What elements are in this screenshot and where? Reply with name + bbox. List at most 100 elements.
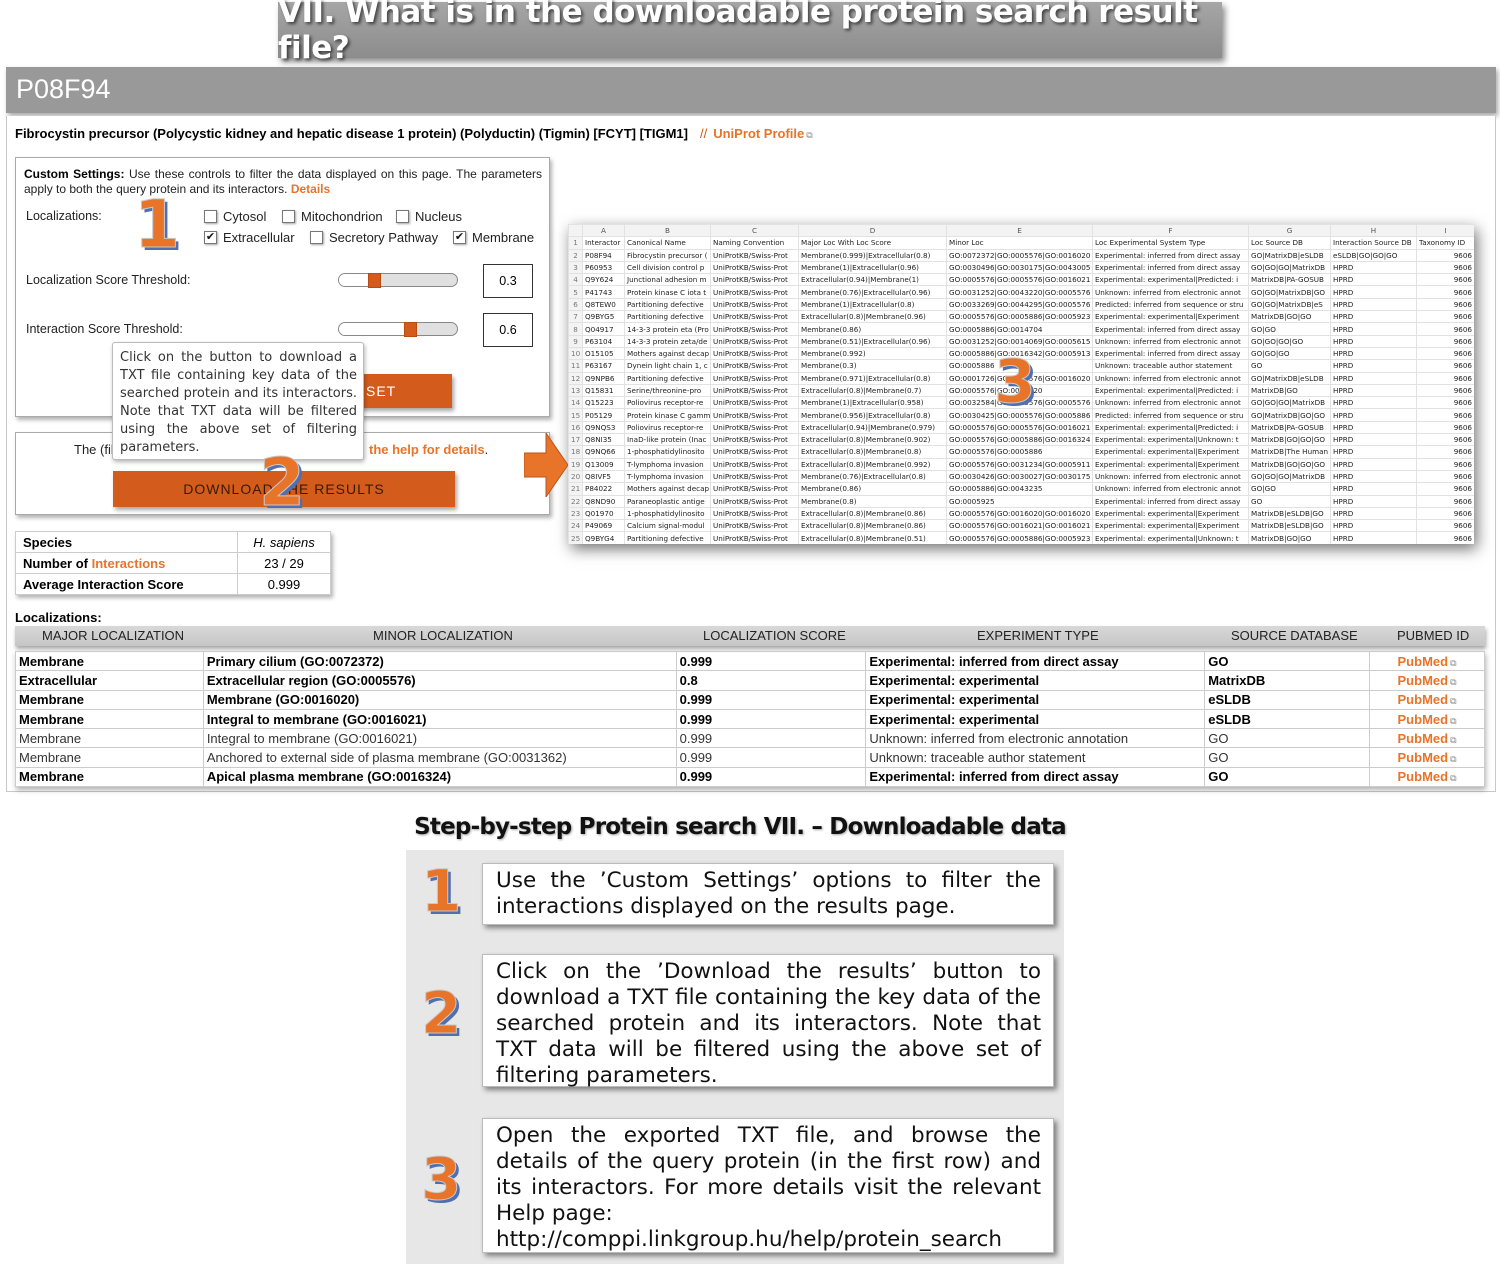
spreadsheet-cell[interactable]: Q9Y624 xyxy=(582,273,625,287)
spreadsheet-cell[interactable]: O15105 xyxy=(582,346,625,361)
spreadsheet-cell[interactable]: 14-3-3 protein zeta/de xyxy=(624,334,711,348)
spreadsheet-cell[interactable]: GO:0005576|GO:0005576|GO:0016021 xyxy=(946,273,1093,287)
spreadsheet-cell[interactable]: Extracellular(0.8)|Membrane(0.902) xyxy=(798,433,947,447)
spreadsheet-cell[interactable]: HPRD xyxy=(1330,297,1417,312)
column-letter[interactable]: G xyxy=(1248,224,1331,238)
spreadsheet-cell[interactable]: Unknown: inferred from electronic annot xyxy=(1092,469,1249,484)
spreadsheet-cell[interactable]: Poliovirus receptor-re xyxy=(624,420,711,435)
spreadsheet-cell[interactable]: MatrixDB|GO|GO xyxy=(1248,310,1331,324)
spreadsheet-cell[interactable]: Membrane(1)|Extracellular(0.958) xyxy=(798,396,947,410)
spreadsheet-cell[interactable]: 9606 xyxy=(1416,494,1474,508)
spreadsheet-cell[interactable]: Experimental: inferred from direct assay xyxy=(1092,494,1249,508)
spreadsheet-cell[interactable]: GO:0005886|GO:0014704 xyxy=(946,322,1093,336)
spreadsheet-cell[interactable]: 9606 xyxy=(1416,371,1474,385)
spreadsheet-cell[interactable]: HPRD xyxy=(1330,346,1417,361)
spreadsheet-cell[interactable]: Q04917 xyxy=(582,322,625,336)
localization-threshold-slider[interactable] xyxy=(338,273,458,288)
spreadsheet-cell[interactable]: 9606 xyxy=(1416,519,1474,533)
spreadsheet-cell[interactable]: Partitioning defective xyxy=(624,531,711,544)
spreadsheet-cell[interactable]: 1-phosphatidylinosito xyxy=(624,506,711,521)
spreadsheet-cell[interactable]: 9606 xyxy=(1416,469,1474,484)
spreadsheet-cell[interactable]: 9606 xyxy=(1416,346,1474,361)
header-cell[interactable]: Naming Convention xyxy=(710,236,799,250)
spreadsheet-cell[interactable]: HPRD xyxy=(1330,273,1417,287)
spreadsheet-cell[interactable]: GO:0030496|GO:0030175|GO:0043005 xyxy=(946,260,1093,275)
spreadsheet-cell[interactable]: GO|GO xyxy=(1248,482,1331,496)
spreadsheet-cell[interactable]: GO|MatrixDB|GO|GO xyxy=(1248,408,1331,422)
interactions-link[interactable]: Interactions xyxy=(92,556,166,571)
spreadsheet-cell[interactable]: UniProtKB/Swiss-Prot xyxy=(710,273,799,287)
spreadsheet-cell[interactable]: GO|GO|MatrixDB|GO xyxy=(1248,285,1331,299)
spreadsheet-cell[interactable]: HPRD xyxy=(1330,519,1417,533)
spreadsheet-cell[interactable]: HPRD xyxy=(1330,408,1417,422)
column-header-source[interactable]: SOURCE DATABASE xyxy=(1231,628,1358,643)
header-cell[interactable]: Major Loc With Loc Score xyxy=(798,236,947,250)
column-letter[interactable]: E xyxy=(946,224,1093,238)
spreadsheet-cell[interactable]: HPRD xyxy=(1330,359,1417,373)
row-number[interactable]: 9 xyxy=(568,334,583,348)
column-letter[interactable]: C xyxy=(710,224,799,238)
spreadsheet-cell[interactable]: HPRD xyxy=(1330,420,1417,435)
row-number[interactable]: 6 xyxy=(568,297,583,312)
spreadsheet-cell[interactable]: Q9NPB6 xyxy=(582,371,625,385)
spreadsheet-cell[interactable]: Experimental: inferred from direct assay xyxy=(1092,322,1249,336)
spreadsheet-cell[interactable]: 9606 xyxy=(1416,445,1474,459)
header-cell[interactable]: Canonical Name xyxy=(624,236,711,250)
spreadsheet-cell[interactable]: 9606 xyxy=(1416,322,1474,336)
details-link[interactable]: Details xyxy=(291,182,330,196)
spreadsheet-cell[interactable]: Experimental: experimental|Predicted: i xyxy=(1092,420,1249,435)
spreadsheet-cell[interactable]: GO:0005576|GO:0005886 xyxy=(946,445,1093,459)
spreadsheet-cell[interactable]: UniProtKB/Swiss-Prot xyxy=(710,506,799,521)
spreadsheet-cell[interactable]: Q9NQS3 xyxy=(582,420,625,435)
spreadsheet-cell[interactable]: Membrane(1)|Extracellular(0.8) xyxy=(798,297,947,312)
spreadsheet-cell[interactable]: HPRD xyxy=(1330,371,1417,385)
spreadsheet-cell[interactable]: UniProtKB/Swiss-Prot xyxy=(710,260,799,275)
spreadsheet-cell[interactable]: GO xyxy=(1248,359,1331,373)
spreadsheet-cell[interactable]: GO:0031252|GO:0014069|GO:0005615 xyxy=(946,334,1093,348)
spreadsheet-cell[interactable]: Partitioning defective xyxy=(624,310,711,324)
spreadsheet-cell[interactable]: P63167 xyxy=(582,359,625,373)
spreadsheet-cell[interactable]: Experimental: experimental|Experiment xyxy=(1092,506,1249,521)
spreadsheet-cell[interactable]: GO:0033269|GO:0044295|GO:0005576 xyxy=(946,297,1093,312)
spreadsheet-cell[interactable]: GO:0031252|GO:0043220|GO:0005576 xyxy=(946,285,1093,299)
spreadsheet-cell[interactable]: Protein kinase C iota t xyxy=(624,285,711,299)
spreadsheet-cell[interactable]: Experimental: experimental|Experiment xyxy=(1092,457,1249,471)
row-number[interactable]: 12 xyxy=(568,371,583,385)
spreadsheet-cell[interactable]: 9606 xyxy=(1416,408,1474,422)
checkmark-icon[interactable]: ✔ xyxy=(204,231,217,244)
spreadsheet-cell[interactable]: HPRD xyxy=(1330,396,1417,410)
column-header-pubmed[interactable]: PUBMED ID xyxy=(1397,628,1469,643)
spreadsheet-cell[interactable]: MatrixDB|PA-GOSUB xyxy=(1248,273,1331,287)
spreadsheet-cell[interactable]: 9606 xyxy=(1416,383,1474,398)
spreadsheet-cell[interactable]: Experimental: inferred from direct assay xyxy=(1092,260,1249,275)
spreadsheet-cell[interactable]: P49069 xyxy=(582,519,625,533)
column-letter[interactable]: A xyxy=(582,224,625,238)
spreadsheet-cell[interactable]: P41743 xyxy=(582,285,625,299)
spreadsheet-cell[interactable]: 9606 xyxy=(1416,433,1474,447)
row-number[interactable]: 18 xyxy=(568,445,583,459)
spreadsheet-cell[interactable]: Membrane(0.86) xyxy=(798,322,947,336)
spreadsheet-cell[interactable]: T-lymphoma invasion xyxy=(624,457,711,471)
spreadsheet-cell[interactable]: P08F94 xyxy=(582,248,625,262)
column-header-major[interactable]: MAJOR LOCALIZATION xyxy=(42,628,184,643)
checkbox-box[interactable] xyxy=(204,210,217,223)
spreadsheet-cell[interactable]: Serine/threonine-pro xyxy=(624,383,711,398)
spreadsheet-cell[interactable]: 9606 xyxy=(1416,359,1474,373)
spreadsheet-cell[interactable]: UniProtKB/Swiss-Prot xyxy=(710,334,799,348)
spreadsheet-cell[interactable]: MatrixDB|eSLDB|GO xyxy=(1248,519,1331,533)
spreadsheet-cell[interactable]: 9606 xyxy=(1416,285,1474,299)
pubmed-link[interactable]: PubMed ⧉ xyxy=(1398,673,1457,688)
spreadsheet-cell[interactable]: P60953 xyxy=(582,260,625,275)
spreadsheet-cell[interactable]: Membrane(0.971)|Extracellular(0.8) xyxy=(798,371,947,385)
spreadsheet-cell[interactable]: 9606 xyxy=(1416,531,1474,544)
pubmed-link[interactable]: PubMed ⧉ xyxy=(1398,731,1457,746)
row-number[interactable]: 10 xyxy=(568,346,583,361)
spreadsheet-cell[interactable]: UniProtKB/Swiss-Prot xyxy=(710,433,799,447)
spreadsheet-cell[interactable]: Extracellular(0.8)|Membrane(0.96) xyxy=(798,310,947,324)
pubmed-link[interactable]: PubMed ⧉ xyxy=(1398,654,1457,669)
spreadsheet-cell[interactable]: Experimental: experimental|Unknown: t xyxy=(1092,531,1249,544)
header-cell[interactable]: Minor Loc xyxy=(946,236,1093,250)
spreadsheet-cell[interactable]: GO|MatrixDB|eSLDB xyxy=(1248,371,1331,385)
spreadsheet-cell[interactable]: Q15223 xyxy=(582,396,625,410)
row-number[interactable]: 24 xyxy=(568,519,583,533)
